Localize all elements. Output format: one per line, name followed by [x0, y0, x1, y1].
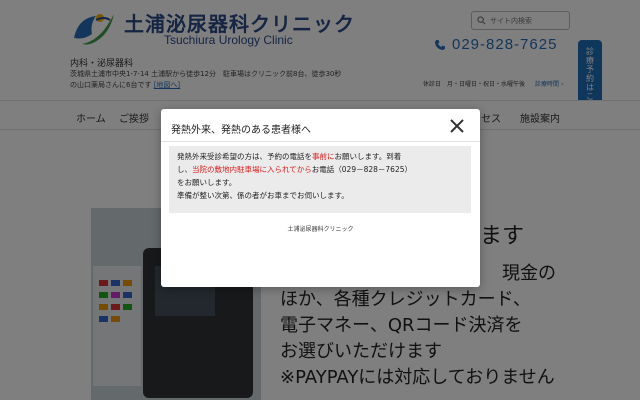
modal-divider: [161, 141, 480, 142]
notice-emphasis: 当院の敷地内駐車場に入られてから: [192, 165, 312, 174]
modal-footer: 土浦泌尿器科クリニック: [287, 226, 354, 233]
notice-text: お電話（029－828－7625）: [311, 165, 412, 174]
close-button[interactable]: [447, 116, 467, 136]
notice-emphasis: 事前に: [312, 152, 335, 161]
notice-line-4: 準備が整い次第、係の者がお車までお伺いします。: [177, 191, 349, 200]
notice-line-3: をお願いします。: [177, 178, 237, 187]
notice-text: お願いします。到着: [334, 152, 402, 161]
notice-text: し、: [177, 165, 192, 174]
notice-line-1: 発熱外来受診希望の方は、予約の電話を事前にお願いします。到着: [177, 150, 463, 163]
close-icon: [450, 119, 464, 133]
fever-notice-modal: 発熱外来、発熱のある患者様へ 発熱外来受診希望の方は、予約の電話を事前にお願いし…: [161, 109, 480, 287]
notice-line-2: し、当院の敷地内駐車場に入られてからお電話（029－828－7625）: [177, 163, 463, 176]
fever-notice-box: 発熱外来受診希望の方は、予約の電話を事前にお願いします。到着 し、当院の敷地内駐…: [169, 146, 471, 213]
notice-text: 発熱外来受診希望の方は、予約の電話を: [177, 152, 312, 161]
modal-title: 発熱外来、発熱のある患者様へ: [171, 125, 311, 136]
